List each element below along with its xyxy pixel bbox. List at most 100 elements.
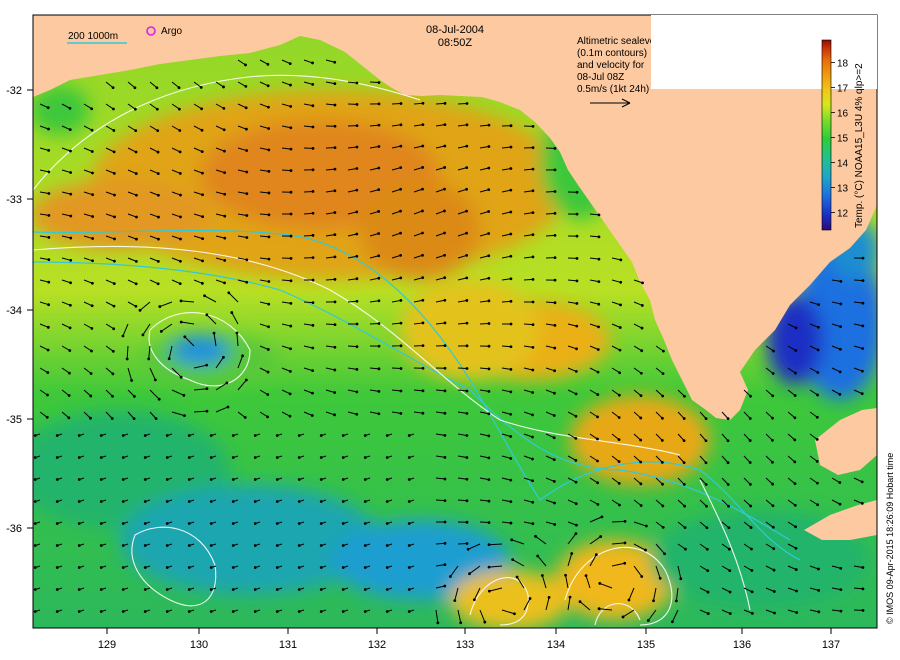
velocity-vector-head [199, 85, 203, 89]
velocity-vector-head [794, 326, 798, 330]
velocity-vector-head [245, 236, 249, 239]
velocity-vector-head [646, 619, 650, 622]
velocity-vector-head [267, 105, 270, 109]
velocity-vector-head [793, 503, 797, 507]
velocity-vector-head [244, 63, 247, 67]
velocity-vector-head [333, 189, 337, 193]
velocity-vector-head [465, 299, 469, 302]
velocity-vector-head [421, 366, 425, 370]
velocity-vector-head [231, 566, 235, 569]
velocity-vector-head [487, 434, 491, 438]
velocity-vector-head [355, 367, 359, 371]
velocity-vector-head [245, 258, 249, 262]
velocity-vector-head [69, 281, 72, 285]
velocity-vector-head [112, 171, 116, 175]
velocity-vector-head [377, 123, 381, 127]
velocity-vector [611, 520, 626, 523]
velocity-vector-head [421, 123, 425, 127]
velocity-vector-head [385, 588, 389, 591]
velocity-vector-head [750, 569, 754, 572]
velocity-vector-head [183, 335, 187, 339]
velocity-vector-head [333, 345, 337, 349]
velocity-vector-head [90, 128, 94, 132]
velocity-vector-head [121, 544, 125, 547]
velocity-vector-head [793, 394, 797, 397]
colorbar-panel [651, 15, 877, 89]
velocity-vector-head [531, 345, 535, 349]
velocity-vector-head [253, 544, 257, 547]
velocity-vector-head [203, 294, 206, 298]
velocity-vector-head [644, 524, 648, 528]
velocity-vector-head [363, 566, 367, 569]
velocity-vector-head [143, 566, 147, 569]
velocity-vector-head [333, 167, 337, 171]
velocity-vector-head [641, 281, 644, 285]
velocity-vector-head [112, 327, 116, 331]
velocity-vector-head [67, 416, 71, 420]
velocity-vector-head [407, 456, 411, 459]
velocity-vector-head [143, 610, 147, 613]
velocity-vector-head [531, 391, 535, 394]
velocity-vector-head [89, 416, 92, 420]
altimetry-note-line1: Altimetric sealevel [577, 36, 658, 47]
velocity-vector-head [704, 461, 708, 465]
velocity-vector-head [509, 345, 513, 349]
velocity-vector-head [727, 504, 730, 508]
velocity-vector-head [288, 62, 292, 66]
colorbar [821, 39, 832, 231]
velocity-vector-head [209, 456, 213, 459]
velocity-vector-head [510, 538, 514, 542]
velocity-vector-head [816, 503, 820, 507]
velocity-vector-head [311, 82, 315, 86]
velocity-vector-head [311, 168, 315, 172]
velocity-vector-head [597, 607, 601, 611]
velocity-vector-head [267, 127, 271, 130]
velocity-vector-head [33, 456, 37, 459]
velocity-vector-head [253, 500, 257, 503]
velocity-vector-head [355, 232, 359, 236]
velocity-vector-head [816, 325, 820, 329]
velocity-vector-head [157, 397, 161, 401]
velocity-vector-head [187, 610, 191, 613]
velocity-vector-head [509, 188, 513, 192]
velocity-vector-head [536, 554, 540, 558]
velocity-vector-head [231, 478, 235, 481]
velocity-vector-head [663, 552, 666, 556]
velocity-vector-head [399, 276, 403, 280]
velocity-vector-head [377, 210, 381, 213]
velocity-vector-head [639, 371, 643, 375]
velocity-vector-head [644, 548, 647, 552]
velocity-vector-head [509, 254, 513, 258]
velocity-vector-head [671, 620, 674, 624]
map-plot-area [33, 15, 877, 628]
velocity-vector-head [596, 437, 599, 441]
velocity-vector-head [134, 129, 138, 133]
velocity-vector-head [143, 588, 147, 591]
velocity-vector-head [531, 413, 534, 417]
velocity-vector-head [121, 456, 125, 459]
velocity-vector-head [333, 60, 337, 64]
velocity-vector-head [311, 125, 315, 129]
velocity-vector-head [179, 299, 183, 303]
velocity-vector-head [443, 166, 447, 169]
velocity-vector-head [639, 460, 643, 464]
velocity-vector-head [816, 371, 820, 374]
velocity-vector-head [487, 412, 491, 416]
velocity-vector-head [355, 345, 359, 349]
velocity-vector-head [245, 127, 248, 131]
velocity-vector-head [570, 552, 574, 555]
velocity-vector-head [793, 438, 797, 442]
velocity-vector-head [465, 102, 469, 105]
velocity-vector-head [209, 434, 213, 437]
velocity-vector-head [794, 349, 798, 352]
velocity-vector-head [133, 86, 137, 90]
velocity-vector-head [179, 193, 182, 197]
velocity-vector-head [443, 584, 447, 588]
velocity-vector-head [594, 553, 598, 557]
velocity-vector-head [289, 212, 293, 216]
velocity-vector-head [443, 298, 447, 302]
velocity-vector-head [341, 456, 345, 459]
velocity-vector-head [165, 456, 169, 459]
velocity-vector-head [156, 193, 160, 197]
velocity-vector-head [341, 544, 345, 547]
